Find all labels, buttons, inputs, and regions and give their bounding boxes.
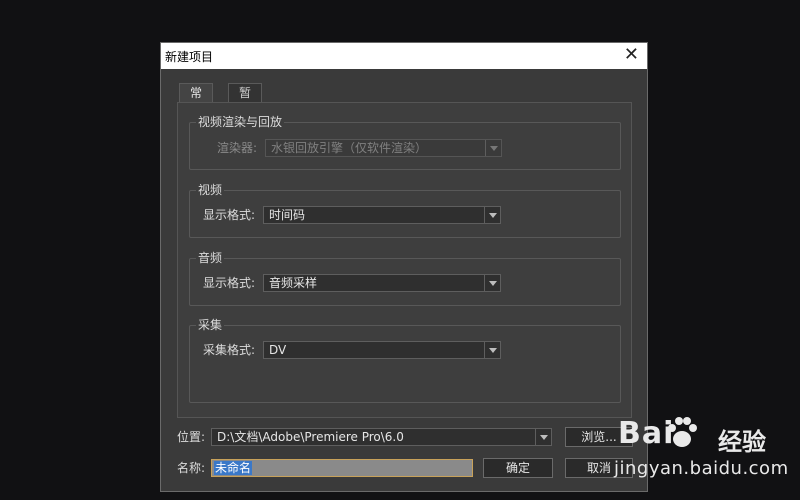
renderer-select: 水银回放引擎（仅软件渲染） [265, 139, 502, 157]
dialog-titlebar: 新建项目 ✕ [161, 43, 647, 69]
video-display-format-select[interactable]: 时间码 [263, 206, 501, 224]
tab-general[interactable]: 常规 [179, 83, 214, 119]
name-label: 名称: [177, 461, 206, 475]
close-icon[interactable]: ✕ [624, 45, 639, 65]
group-audio: 音频 显示格式: 音频采样 [189, 250, 621, 306]
renderer-value: 水银回放引擎（仅软件渲染） [271, 141, 428, 155]
project-name-input[interactable]: 未命名 [211, 459, 473, 477]
chevron-down-icon [485, 140, 501, 156]
capture-format-select[interactable]: DV [263, 341, 501, 359]
location-value: D:\文档\Adobe\Premiere Pro\6.0 [217, 430, 404, 444]
capture-format-value: DV [269, 343, 287, 357]
group-legend: 视频渲染与回放 [196, 114, 285, 130]
group-legend: 采集 [196, 317, 225, 333]
location-label: 位置: [177, 430, 206, 444]
audio-display-format-value: 音频采样 [269, 276, 318, 290]
capture-format-label: 采集格式: [203, 343, 256, 357]
video-display-format-value: 时间码 [269, 208, 306, 222]
group-video: 视频 显示格式: 时间码 [189, 182, 621, 238]
baidu-jingyan-watermark: Bai 经验 jingyan.baidu.com [614, 412, 794, 492]
tab-scratch-disks[interactable]: 暂存盘 [228, 83, 263, 138]
watermark-jingyan: 经验 [718, 428, 766, 456]
chevron-down-icon[interactable] [535, 429, 551, 445]
group-legend: 视频 [196, 182, 225, 198]
general-tab-panel: 视频渲染与回放 渲染器: 水银回放引擎（仅软件渲染） 视频 显示格式: 时间码 … [177, 102, 632, 418]
group-video-rendering: 视频渲染与回放 渲染器: 水银回放引擎（仅软件渲染） [189, 114, 621, 170]
renderer-label: 渲染器: [217, 141, 258, 155]
chevron-down-icon[interactable] [484, 342, 500, 358]
group-capture: 采集 采集格式: DV [189, 317, 621, 403]
chevron-down-icon[interactable] [484, 275, 500, 291]
video-display-format-label: 显示格式: [203, 208, 256, 222]
audio-display-format-select[interactable]: 音频采样 [263, 274, 501, 292]
new-project-dialog: 新建项目 ✕ 常规 暂存盘 视频渲染与回放 渲染器: 水银回放引擎（仅软件渲染）… [160, 42, 648, 492]
audio-display-format-label: 显示格式: [203, 276, 256, 290]
location-select[interactable]: D:\文档\Adobe\Premiere Pro\6.0 [211, 428, 552, 446]
group-legend: 音频 [196, 250, 225, 266]
ok-button[interactable]: 确定 [483, 458, 553, 478]
watermark-url: jingyan.baidu.com [614, 458, 789, 479]
project-name-value: 未命名 [214, 461, 253, 475]
paw-logo-icon [668, 417, 697, 447]
chevron-down-icon[interactable] [484, 207, 500, 223]
dialog-title: 新建项目 [165, 50, 214, 64]
